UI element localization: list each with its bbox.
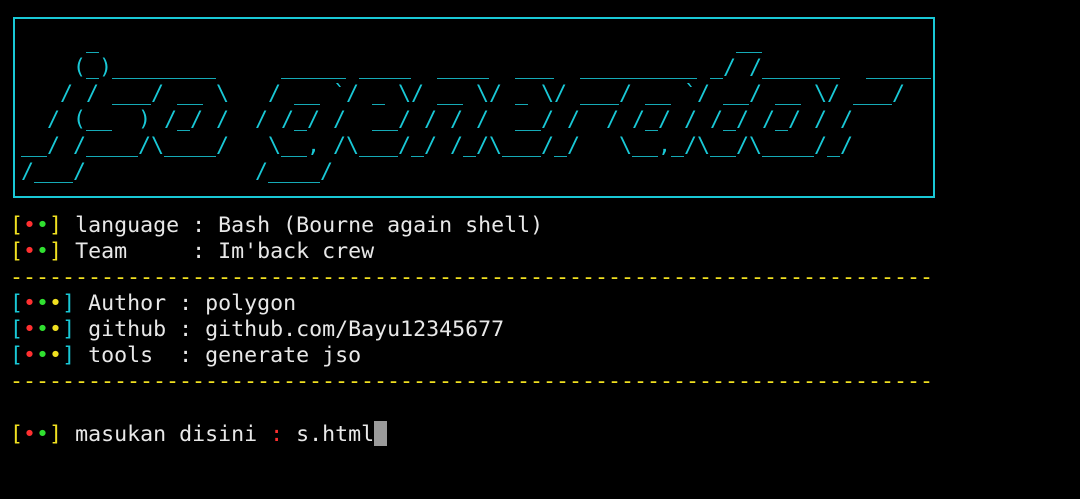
bullet-bracket-open: [ (10, 317, 24, 342)
credit-line-github: [•••] github : github.com/Bayu12345677 (10, 317, 504, 343)
bullet-dot-icon: • (49, 291, 63, 316)
prompt-label: masukan disini (75, 422, 258, 447)
bullet-dot-icon: • (23, 239, 37, 264)
credit-line-tools: [•••] tools : generate jso (10, 343, 361, 369)
separator-line: ----------------------------------------… (10, 265, 934, 290)
bullet-bracket-open: [ (10, 291, 24, 316)
bullet-dot-icon: • (49, 317, 63, 342)
bullet-bracket-close: ] (62, 343, 76, 368)
bullet-dot-icon: • (36, 422, 50, 447)
info-line-language: [••] language : Bash (Bourne again shell… (10, 213, 543, 239)
bullet-bracket-open: [ (10, 343, 24, 368)
team-key: Team (75, 239, 128, 264)
bullet-dot-icon: • (36, 291, 50, 316)
bullet-bracket-close: ] (62, 291, 76, 316)
tools-value: generate jso (205, 343, 362, 368)
author-key: Author (88, 291, 167, 316)
bullet-dot-icon: • (23, 213, 37, 238)
bullet-dot-icon: • (49, 343, 63, 368)
prompt-colon: : (270, 422, 284, 447)
bullet-dot-icon: • (36, 317, 50, 342)
language-sep: : (179, 213, 219, 238)
language-value: Bash (Bourne again shell) (218, 213, 544, 238)
github-value: github.com/Bayu12345677 (205, 317, 505, 342)
author-sep: : (166, 291, 206, 316)
bullet-bracket-close: ] (49, 213, 63, 238)
text-cursor[interactable] (374, 421, 388, 446)
language-key: language (75, 213, 180, 238)
bullet-dot-icon: • (23, 291, 37, 316)
bullet-dot-icon: • (36, 213, 50, 238)
bullet-bracket-close: ] (49, 239, 63, 264)
terminal-window: _ __ (_)________ _____ ____ ____ ___ ___… (0, 0, 1080, 499)
bullet-bracket-close: ] (62, 317, 76, 342)
bullet-dot-icon: • (23, 422, 37, 447)
bullet-bracket-open: [ (10, 422, 24, 447)
bullet-dot-icon: • (23, 343, 37, 368)
info-line-team: [••] Team : Im'back crew (10, 239, 374, 265)
bullet-bracket-open: [ (10, 239, 24, 264)
ascii-banner-box: _ __ (_)________ _____ ____ ____ ___ ___… (13, 17, 935, 198)
bullet-bracket-open: [ (10, 213, 24, 238)
prompt-input-value[interactable]: s.html (296, 422, 374, 447)
bullet-dot-icon: • (36, 239, 50, 264)
author-value: polygon (205, 291, 297, 316)
team-value: Im'back crew (218, 239, 375, 264)
bullet-bracket-close: ] (49, 422, 63, 447)
separator-line: ----------------------------------------… (10, 369, 934, 394)
bullet-dot-icon: • (36, 343, 50, 368)
github-sep: : (166, 317, 206, 342)
input-prompt-line[interactable]: [••] masukan disini : s.html (10, 421, 388, 447)
tools-sep: : (153, 343, 206, 368)
team-sep: : (127, 239, 219, 264)
tools-key: tools (88, 343, 154, 368)
bullet-dot-icon: • (23, 317, 37, 342)
credit-line-author: [•••] Author : polygon (10, 291, 296, 317)
ascii-banner-art: _ __ (_)________ _____ ____ ____ ___ ___… (21, 29, 932, 184)
github-key: github (88, 317, 167, 342)
